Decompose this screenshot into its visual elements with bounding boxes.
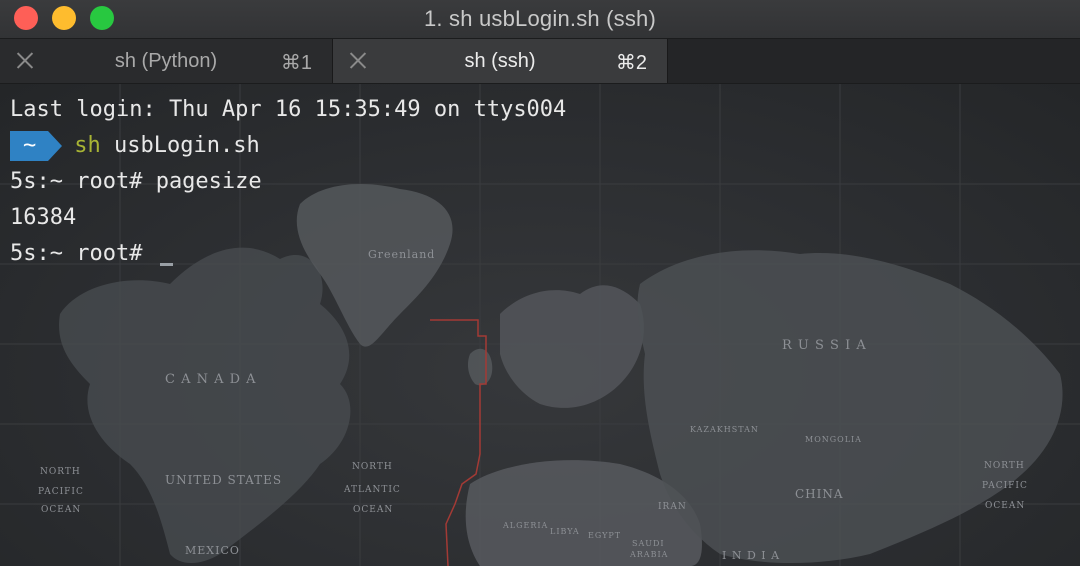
window-title: 1. sh usbLogin.sh (ssh)	[423, 6, 657, 31]
command-name: sh	[74, 133, 101, 158]
prompt-directory-segment: ~	[10, 131, 63, 161]
label-india: I N D I A	[722, 549, 780, 562]
text-cursor	[159, 263, 173, 266]
last-login-line: Last login: Thu Apr 16 15:35:49 on ttys0…	[10, 97, 567, 122]
label-north-pacific-right-1: NORTH	[984, 461, 1025, 471]
tab-shortcut: ⌘2	[615, 52, 647, 74]
pagesize-command-line: 5s:~ root# pagesize	[10, 169, 262, 194]
label-north-pacific-right-2: PACIFIC	[982, 481, 1028, 491]
label-saudi-arabia-1: SAUDI	[632, 539, 665, 548]
tab-shortcut: ⌘1	[280, 52, 312, 74]
terminal-lines: Last login: Thu Apr 16 15:35:49 on ttys0…	[10, 92, 566, 272]
tab-bar: sh (Python) ⌘1 sh (ssh) ⌘2	[0, 38, 1080, 84]
tab-sh-ssh[interactable]: sh (ssh) ⌘2	[333, 39, 668, 83]
tab-sh-python[interactable]: sh (Python) ⌘1	[0, 39, 333, 83]
label-united-states: UNITED STATES	[165, 473, 282, 487]
label-mexico: MEXICO	[185, 544, 240, 557]
terminal-output[interactable]: Greenland C A N A D A UNITED STATES MEXI…	[0, 84, 1080, 566]
map-north-america	[59, 247, 351, 563]
label-iran: IRAN	[658, 502, 687, 512]
prompt-command-line: ~ sh usbLogin.sh	[10, 128, 566, 164]
label-north-pacific-left-1: NORTH	[40, 467, 81, 477]
label-china: CHINA	[795, 487, 844, 501]
map-uk	[467, 348, 493, 386]
label-north-pacific-left-2: PACIFIC	[38, 487, 84, 497]
terminal-window: 1. sh usbLogin.sh (ssh) sh (Python) ⌘1 s…	[0, 0, 1080, 566]
label-kazakhstan: KAZAKHSTAN	[690, 425, 759, 434]
label-egypt: EGYPT	[588, 531, 621, 540]
label-north-atlantic-1: NORTH	[352, 462, 393, 472]
label-saudi-arabia-2: ARABIA	[629, 550, 668, 559]
label-canada: C A N A D A	[165, 372, 257, 387]
label-libya: LIBYA	[550, 527, 580, 536]
pagesize-output-line: 16384	[10, 205, 77, 230]
map-asia	[637, 250, 1063, 563]
title-bar[interactable]: 1. sh usbLogin.sh (ssh)	[0, 0, 1080, 38]
label-mongolia: MONGOLIA	[805, 435, 862, 444]
label-algeria: ALGERIA	[502, 521, 548, 530]
current-prompt-line[interactable]: 5s:~ root#	[10, 236, 566, 272]
label-north-pacific-right-3: OCEAN	[985, 501, 1025, 511]
label-russia: R U S S I A	[782, 338, 867, 353]
command-args: usbLogin.sh	[100, 133, 260, 158]
label-north-atlantic-3: OCEAN	[353, 505, 393, 515]
current-prompt: 5s:~ root#	[10, 241, 156, 266]
map-europe	[500, 285, 644, 408]
label-north-atlantic-2: ATLANTIC	[343, 485, 401, 495]
label-north-pacific-left-3: OCEAN	[41, 505, 81, 515]
